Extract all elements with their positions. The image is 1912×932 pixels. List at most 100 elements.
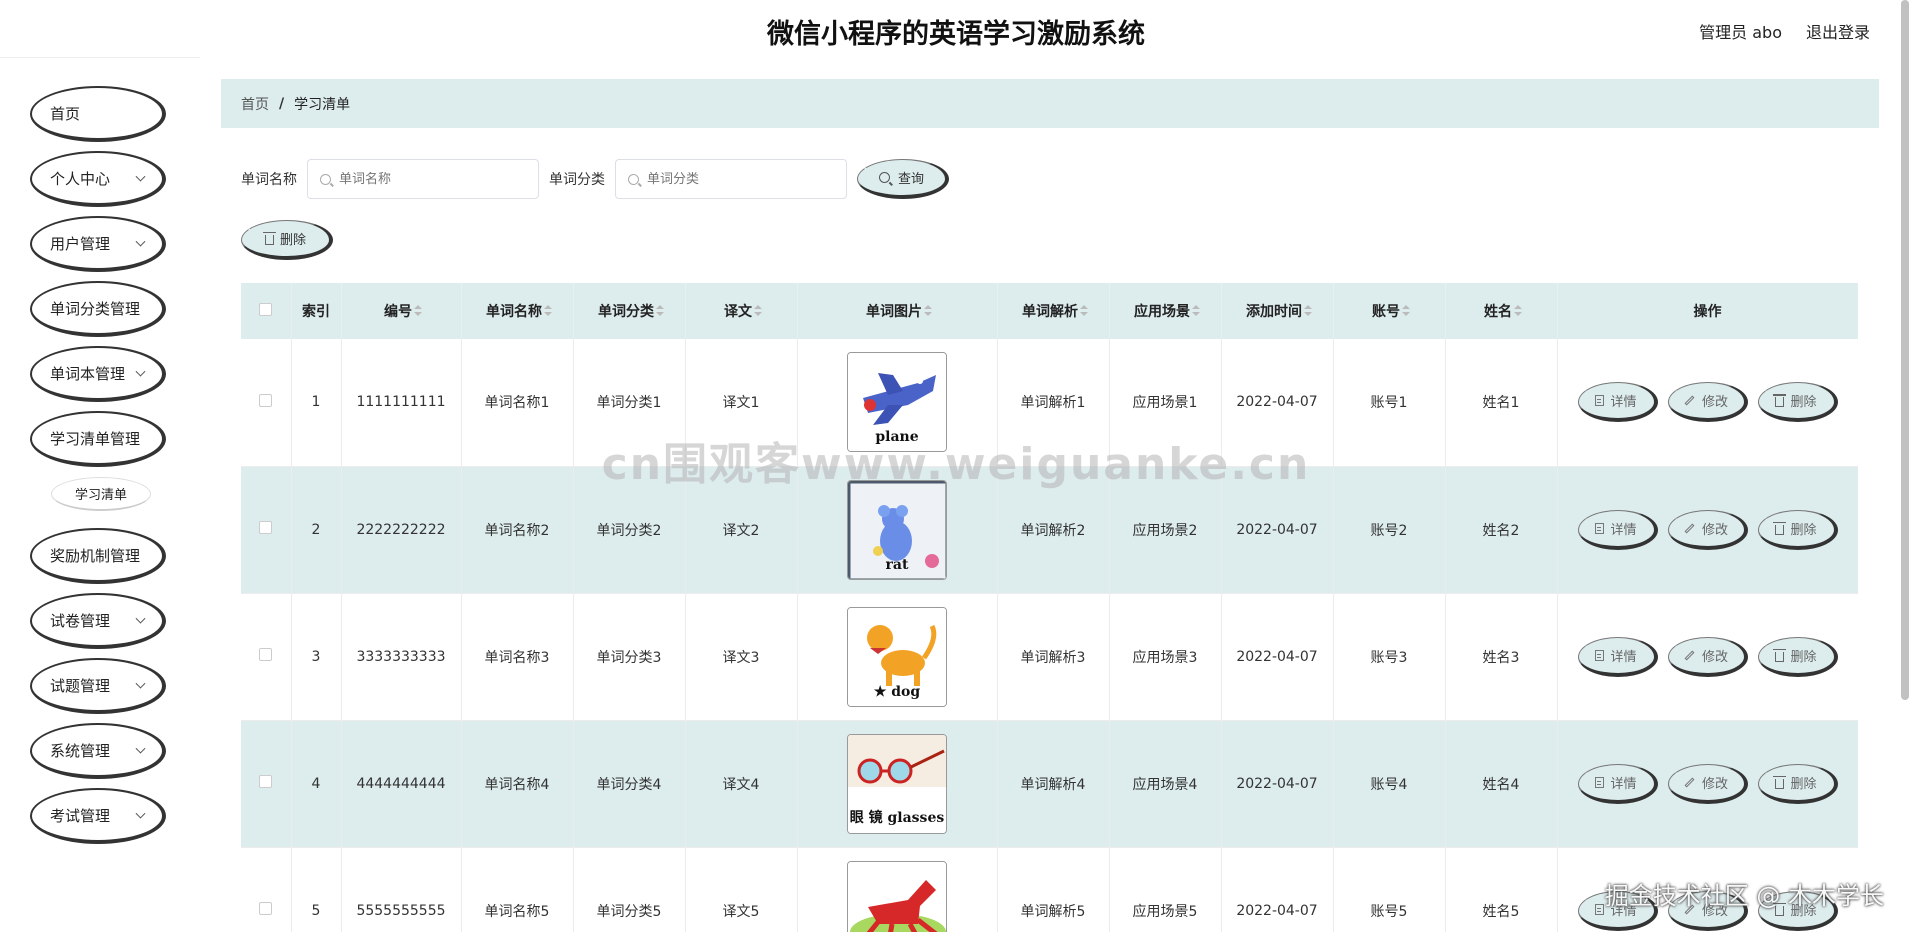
delete-button[interactable]: 删除: [1757, 890, 1838, 931]
row-select-cell: [241, 847, 292, 932]
cell-index: 5: [291, 847, 342, 932]
edit-button[interactable]: 修改: [1667, 509, 1748, 550]
header-select-all[interactable]: [241, 283, 292, 339]
sidebar-item-label: 个人中心: [50, 169, 111, 188]
detail-button-label: 详情: [1610, 649, 1637, 665]
row-checkbox[interactable]: [259, 648, 273, 661]
sidebar-item-wordbook-management[interactable]: 单词本管理: [30, 346, 166, 402]
cell-word-name: 单词名称3: [461, 593, 574, 721]
edit-button[interactable]: 修改: [1667, 763, 1748, 804]
cell-actions: 详情 修改 删除: [1557, 720, 1858, 848]
sidebar-item-label: 用户管理: [50, 234, 111, 253]
cell-code: 3333333333: [341, 593, 462, 721]
delete-button[interactable]: 删除: [1757, 636, 1838, 677]
horse-image[interactable]: [847, 860, 947, 932]
cell-added-time: 2022-04-07: [1221, 593, 1334, 721]
word-name-input[interactable]: [339, 171, 519, 187]
detail-button-label: 详情: [1610, 776, 1637, 792]
breadcrumb-home[interactable]: 首页: [241, 94, 269, 114]
header-code[interactable]: 编号: [341, 283, 462, 339]
detail-button[interactable]: 详情: [1577, 382, 1658, 423]
select-all-checkbox[interactable]: [259, 302, 273, 316]
header-word-image[interactable]: 单词图片: [797, 283, 998, 339]
plane-image[interactable]: plane: [847, 352, 947, 453]
chevron-down-icon: [135, 743, 146, 754]
glasses-image[interactable]: 眼 镜 glasses: [847, 733, 947, 834]
edit-pen-icon: [1684, 650, 1695, 660]
cell-word-category: 单词分类2: [573, 466, 686, 594]
edit-pen-icon: [1684, 395, 1695, 406]
detail-button[interactable]: 详情: [1577, 890, 1658, 931]
sidebar-subitem-study-list[interactable]: 学习清单: [51, 477, 151, 511]
header-actions: 操作: [1557, 283, 1858, 339]
cell-word-category: 单词分类5: [573, 847, 686, 932]
sidebar-item-word-category-management[interactable]: 单词分类管理: [30, 281, 166, 337]
sidebar-item-label: 试卷管理: [50, 611, 111, 630]
sidebar-item-personal-center[interactable]: 个人中心: [30, 151, 166, 207]
cell-scene: 应用场景1: [1109, 339, 1222, 467]
word-category-field[interactable]: [615, 159, 847, 199]
edit-button[interactable]: 修改: [1667, 890, 1748, 931]
sidebar-item-system-management[interactable]: 系统管理: [30, 723, 166, 779]
delete-button[interactable]: 删除: [1757, 509, 1838, 550]
cell-actions: 详情 修改 删除: [1557, 847, 1858, 932]
cell-analysis: 单词解析5: [997, 847, 1110, 932]
breadcrumb: 首页 / 学习清单: [221, 79, 1879, 128]
detail-button[interactable]: 详情: [1577, 509, 1658, 550]
sidebar-item-user-management[interactable]: 用户管理: [30, 216, 166, 272]
table-row: 2 2222222222 单词名称2 单词分类2 译文2 rat 单词解析2 应…: [241, 466, 1858, 594]
admin-user-label[interactable]: 管理员 abo: [1699, 19, 1782, 43]
sidebar-item-question-management[interactable]: 试题管理: [30, 658, 166, 714]
header-scene[interactable]: 应用场景: [1109, 283, 1222, 339]
chevron-down-icon: [135, 808, 146, 819]
row-checkbox[interactable]: [259, 521, 273, 534]
logout-button[interactable]: 退出登录: [1806, 19, 1870, 43]
header-analysis[interactable]: 单词解析: [997, 283, 1110, 339]
chevron-down-icon: [135, 171, 146, 182]
cell-word-name: 单词名称5: [461, 847, 574, 932]
header-added-time[interactable]: 添加时间: [1221, 283, 1334, 339]
sidebar-item-reward-management[interactable]: 奖励机制管理: [30, 528, 166, 584]
sidebar-item-label: 奖励机制管理: [50, 546, 141, 565]
cell-actions: 详情 修改 删除: [1557, 593, 1858, 721]
batch-delete-button[interactable]: 删除: [241, 220, 333, 260]
header-name[interactable]: 姓名: [1445, 283, 1558, 339]
sidebar-item-exam-paper-management[interactable]: 试卷管理: [30, 593, 166, 649]
row-checkbox[interactable]: [259, 902, 273, 915]
detail-button[interactable]: 详情: [1577, 763, 1658, 804]
sidebar-item-home[interactable]: 首页: [30, 86, 166, 142]
sidebar-item-label: 试题管理: [50, 676, 111, 695]
cell-actions: 详情 修改 删除: [1557, 339, 1858, 467]
cell-added-time: 2022-04-07: [1221, 339, 1334, 467]
cell-code: 4444444444: [341, 720, 462, 848]
header-account[interactable]: 账号: [1333, 283, 1446, 339]
cell-analysis: 单词解析1: [997, 339, 1110, 467]
page-scrollbar[interactable]: [1901, 0, 1909, 700]
word-image-caption: rat: [885, 556, 909, 573]
edit-button[interactable]: 修改: [1667, 382, 1748, 423]
trash-icon: [1773, 775, 1787, 789]
delete-button[interactable]: 删除: [1757, 763, 1838, 804]
dog-image[interactable]: ★ dog: [847, 606, 947, 707]
edit-button[interactable]: 修改: [1667, 636, 1748, 677]
cell-word-category: 单词分类3: [573, 593, 686, 721]
header-translation[interactable]: 译文: [685, 283, 798, 339]
rat-image[interactable]: rat: [847, 479, 947, 580]
table-row: 1 1111111111 单词名称1 单词分类1 译文1 plane 单词解析1…: [241, 339, 1858, 467]
row-checkbox[interactable]: [259, 393, 273, 407]
cell-name: 姓名1: [1445, 339, 1558, 467]
header-user-area: 管理员 abo 退出登录: [1699, 19, 1870, 43]
word-category-input[interactable]: [647, 171, 827, 187]
header-word-category[interactable]: 单词分类: [573, 283, 686, 339]
word-name-field[interactable]: [307, 159, 539, 199]
row-checkbox[interactable]: [259, 775, 273, 788]
sidebar-item-study-list-management[interactable]: 学习清单管理: [30, 411, 166, 467]
delete-button[interactable]: 删除: [1757, 382, 1838, 423]
query-button[interactable]: 查询: [857, 159, 949, 199]
detail-button[interactable]: 详情: [1577, 636, 1658, 677]
cell-index: 4: [291, 720, 342, 848]
table-row: 4 4444444444 单词名称4 单词分类4 译文4 眼 镜 glasses…: [241, 720, 1858, 848]
header-word-name[interactable]: 单词名称: [461, 283, 574, 339]
sidebar-item-exam-management[interactable]: 考试管理: [30, 788, 166, 844]
search-icon: [878, 172, 890, 183]
